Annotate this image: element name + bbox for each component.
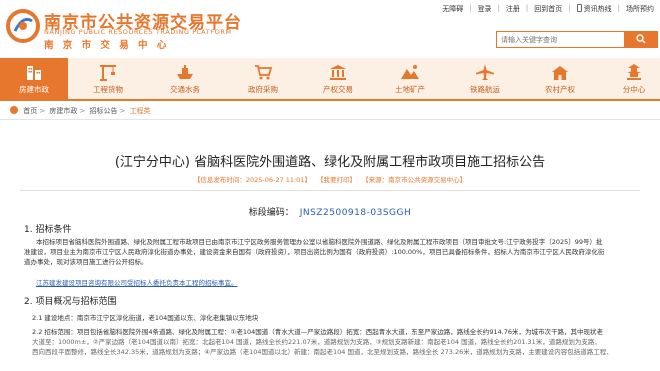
bank-icon [330, 65, 346, 80]
section-1-body: 本招标项目省脑科医院外围道路、绿化及附属工程市政项目已由南京市江宁区政务服务管理… [24, 237, 644, 267]
site-title-en: NANJING PUBLIC RESOURCES TRADING PLATFOR… [44, 28, 232, 36]
cart-icon [255, 65, 273, 80]
land-icon [401, 65, 419, 79]
section-2-2-line: 2.2 招标范围：项目包括省脑科医院外围4条道路、绿化及附属工程：①老104国道… [32, 328, 604, 336]
breadcrumb-category[interactable]: 房建市政 [49, 107, 77, 115]
nav-item-procurement[interactable]: 政府采购 [238, 58, 288, 99]
nav-item-goods[interactable]: 工程货物 [83, 58, 133, 99]
nav-item-building[interactable]: 房建市政 [0, 58, 68, 99]
search-button[interactable] [624, 31, 658, 48]
agent-line: 江苏建发建设项目咨询有限公司受招标人委托负责本工程的招标事宜。 [36, 278, 656, 288]
article-title: (江宁分中心) 省脑科医院外围道路、绿化及附属工程市政项目施工招标公告 [114, 155, 546, 170]
search-input[interactable] [497, 32, 625, 47]
section-1-line: 本招标项目省脑科医院外围道路、绿化及附属工程市政项目已由南京市江宁区政务服务管理… [36, 238, 603, 246]
section-1-heading: 1. 招标条件 [24, 225, 72, 235]
publish-time: 【信息发布时间：2025-06-27 11:01】 [193, 176, 311, 184]
logo-icon[interactable] [6, 9, 40, 43]
nav-item-property[interactable]: 产权交易 [313, 58, 363, 99]
venue-booking-link[interactable]: 场所预约 [626, 4, 654, 14]
hotline-link[interactable]: 资讯热线 [576, 4, 612, 14]
search-icon [636, 34, 646, 44]
nav-item-land[interactable]: 土地矿产 [385, 58, 435, 99]
article-source: 【来源：南京市公共资源交易中心】 [362, 176, 467, 184]
boat-icon [177, 65, 193, 79]
meta-divider [20, 190, 640, 191]
nav-item-rural[interactable]: 农村产权 [535, 58, 585, 99]
login-link[interactable]: 登录 [478, 4, 492, 14]
register-link[interactable]: 注册 [506, 4, 520, 14]
nav-item-railway[interactable]: 铁路航运 [460, 58, 510, 99]
pagoda-icon [627, 64, 641, 80]
nav-item-transport[interactable]: 交通水务 [160, 58, 210, 99]
section-2-1: 2.1 建设地点：南京市江宁区淳化街道，老104国道以东、淳化老集镇以东地块 [32, 313, 652, 323]
section-2-2-line: 西向西段平面整修，路线全长342.35米，道路规划为支路；④严家边路（老104国… [32, 348, 613, 356]
breadcrumb-notice[interactable]: 招标公告 [89, 107, 117, 115]
section-2-heading: 2. 项目概况与招标范围 [24, 297, 117, 307]
home-icon [10, 106, 18, 114]
breadcrumb: 首页 > 房建市政 > 招标公告 > 工程类 [10, 106, 151, 116]
section-code-value: JNSZ2500918-03SGGH [299, 208, 412, 218]
section-2-2: 2.2 招标范围：项目包括省脑科医院外围4条道路、绿化及附属工程：①老104国道… [32, 327, 652, 357]
agent-text: 江苏建发建设项目咨询有限公司受招标人委托负责本工程的招标事宜。 [36, 279, 238, 287]
crane-icon [100, 65, 116, 81]
nav-item-branch[interactable]: 分中心 [610, 58, 658, 99]
section-code-label: 标段编码： [248, 208, 294, 218]
section-2-1-text: 2.1 建设地点：南京市江宁区淳化街道，老104国道以东、淳化老集镇以东地块 [32, 314, 259, 322]
section-1-line: 道办事处，现对该项目施工进行公开招标。 [24, 258, 148, 266]
building-icon [27, 66, 41, 80]
breadcrumb-home[interactable]: 首页 [23, 107, 37, 115]
print-link[interactable]: 【我要打印】 [317, 176, 356, 184]
mobile-icon [576, 4, 582, 12]
home-link[interactable]: 回到首页 [534, 4, 562, 14]
breadcrumb-current[interactable]: 工程类 [130, 107, 151, 115]
article: (江宁分中心) 省脑科医院外围道路、绿化及附属工程市政项目施工招标公告 【信息发… [0, 120, 660, 371]
farm-icon [552, 66, 568, 80]
section-1-line: 准建设，项目业主为南京市江宁区人民政府淳化街道办事处，建设资金来自国有（政府投资… [24, 248, 605, 256]
accessibility-link[interactable]: 无障碍 [442, 4, 463, 14]
plane-icon [476, 64, 494, 80]
site-subtitle: 南 京 市 交 易 中 心 [44, 40, 170, 51]
article-meta: 【信息发布时间：2025-06-27 11:01】 【我要打印】 【来源：南京市… [0, 174, 660, 184]
section-code: 标段编码： JNSZ2500918-03SGGH [0, 205, 660, 218]
search-box [496, 31, 658, 48]
site-header: 南京市公共资源交易平台 NANJING PUBLIC RESOURCES TRA… [0, 0, 660, 58]
top-links: 无障碍 | 登录 | 注册 | 回到首页 | 资讯热线 | 场所预约 [442, 4, 654, 14]
section-2-2-line: 大道至：1000m±，②严家边路（老104国道以南）拓宽：北起老104 国道，路… [32, 338, 601, 346]
main-nav: 房建市政 工程货物 交通水务 政府采购 产权交易 土地矿产 铁路航运 农村产权 … [0, 58, 660, 101]
